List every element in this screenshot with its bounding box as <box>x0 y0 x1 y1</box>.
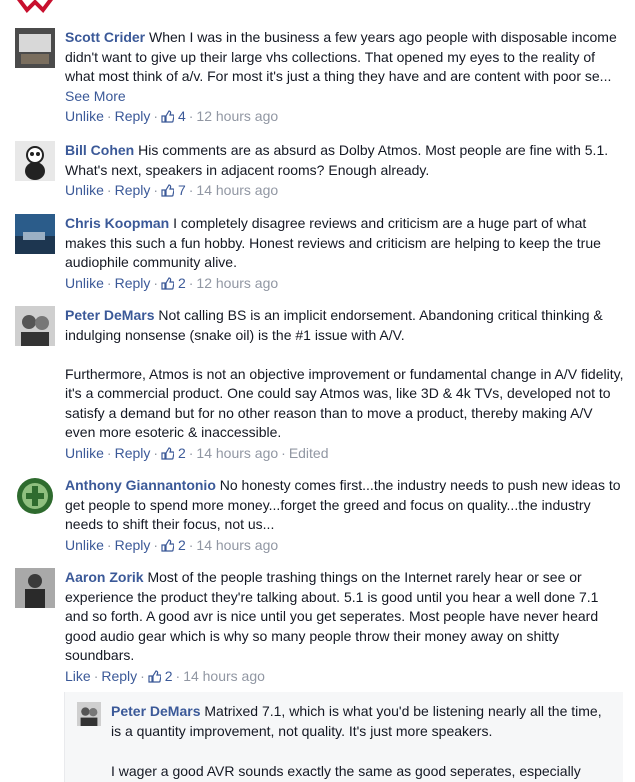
comment-text: Not calling BS is an implicit endorsemen… <box>65 307 624 440</box>
comment-timestamp[interactable]: 14 hours ago <box>196 445 278 461</box>
thumbs-up-icon <box>161 538 175 552</box>
comment-author-link[interactable]: Peter DeMars <box>65 307 155 323</box>
comment-author-link[interactable]: Aaron Zorik <box>65 569 144 585</box>
like-count[interactable]: 2 <box>161 445 186 461</box>
avatar[interactable] <box>15 306 55 346</box>
comment-timestamp[interactable]: 12 hours ago <box>196 275 278 291</box>
like-count-value: 2 <box>177 274 186 291</box>
comment-text: When I was in the business a few years a… <box>65 29 621 84</box>
comment-timestamp[interactable]: 12 hours ago <box>196 108 278 124</box>
avatar[interactable] <box>15 476 55 516</box>
thumbs-up-icon <box>161 184 175 197</box>
unlike-link[interactable]: Unlike <box>65 182 104 198</box>
reply-link[interactable]: Reply <box>115 537 151 553</box>
like-count[interactable]: 2 <box>161 275 186 291</box>
unlike-link[interactable]: Unlike <box>65 275 104 291</box>
see-more-link[interactable]: See More <box>65 88 126 104</box>
avatar[interactable] <box>15 568 55 608</box>
comment-author-link[interactable]: Chris Koopman <box>65 215 169 231</box>
unlike-link[interactable]: Unlike <box>65 537 104 553</box>
like-count-value: 7 <box>177 182 186 198</box>
reply-link[interactable]: Reply <box>115 108 151 124</box>
thumbs-up-icon <box>148 669 161 683</box>
reply-author-link[interactable]: Peter DeMars <box>111 703 201 719</box>
avatar[interactable] <box>15 28 55 68</box>
avatar[interactable] <box>15 214 55 254</box>
like-count[interactable]: 7 <box>161 182 186 198</box>
like-count[interactable]: 2 <box>161 537 186 553</box>
unlike-link[interactable]: Unlike <box>65 445 104 461</box>
reply-link[interactable]: Reply <box>115 275 151 291</box>
thumbs-up-icon <box>161 110 175 123</box>
reply-link[interactable]: Reply <box>101 668 137 684</box>
like-count-value: 4 <box>177 108 186 124</box>
comment-actions: Unlike · Reply · 4 · 12 hours ago <box>65 108 279 124</box>
like-count-value: 2 <box>177 444 186 461</box>
like-count[interactable]: 2 <box>148 668 173 684</box>
thumbs-up-icon <box>161 276 175 290</box>
like-count-value: 2 <box>177 536 186 553</box>
unlike-link[interactable]: Unlike <box>65 108 104 124</box>
avatar[interactable] <box>77 702 101 726</box>
comment-text: Most of the people trashing things on th… <box>65 569 603 663</box>
comment-author-link[interactable]: Anthony Giannantonio <box>65 477 216 493</box>
comment-timestamp[interactable]: 14 hours ago <box>183 668 265 684</box>
comment-actions: Unlike · Reply · 7 · 14 hours ago <box>65 182 279 198</box>
comment-actions: Like · Reply · 2 · 14 hours ago <box>65 667 265 684</box>
comment-actions: Unlike · Reply · 2 · 14 hours ago <box>65 536 279 553</box>
comment-author-link[interactable]: Bill Cohen <box>65 142 134 158</box>
edited-label[interactable]: Edited <box>289 445 329 461</box>
comment-text: His comments are as absurd as Dolby Atmo… <box>65 142 613 178</box>
reply-link[interactable]: Reply <box>115 445 151 461</box>
reply-link[interactable]: Reply <box>115 182 151 198</box>
thumbs-up-icon <box>161 446 175 460</box>
comment-actions: Unlike · Reply · 2 · 12 hours ago <box>65 274 279 291</box>
avatar[interactable] <box>15 141 55 181</box>
like-count-value: 2 <box>164 667 173 684</box>
like-link[interactable]: Like <box>65 668 91 684</box>
like-count[interactable]: 4 <box>161 108 186 124</box>
comment-actions: Unlike · Reply · 2 · 14 hours ago · Edited <box>65 444 329 461</box>
page-logo-icon <box>15 0 55 16</box>
comment-timestamp[interactable]: 14 hours ago <box>196 182 278 198</box>
comment-author-link[interactable]: Scott Crider <box>65 29 145 45</box>
comment-timestamp[interactable]: 14 hours ago <box>196 537 278 553</box>
